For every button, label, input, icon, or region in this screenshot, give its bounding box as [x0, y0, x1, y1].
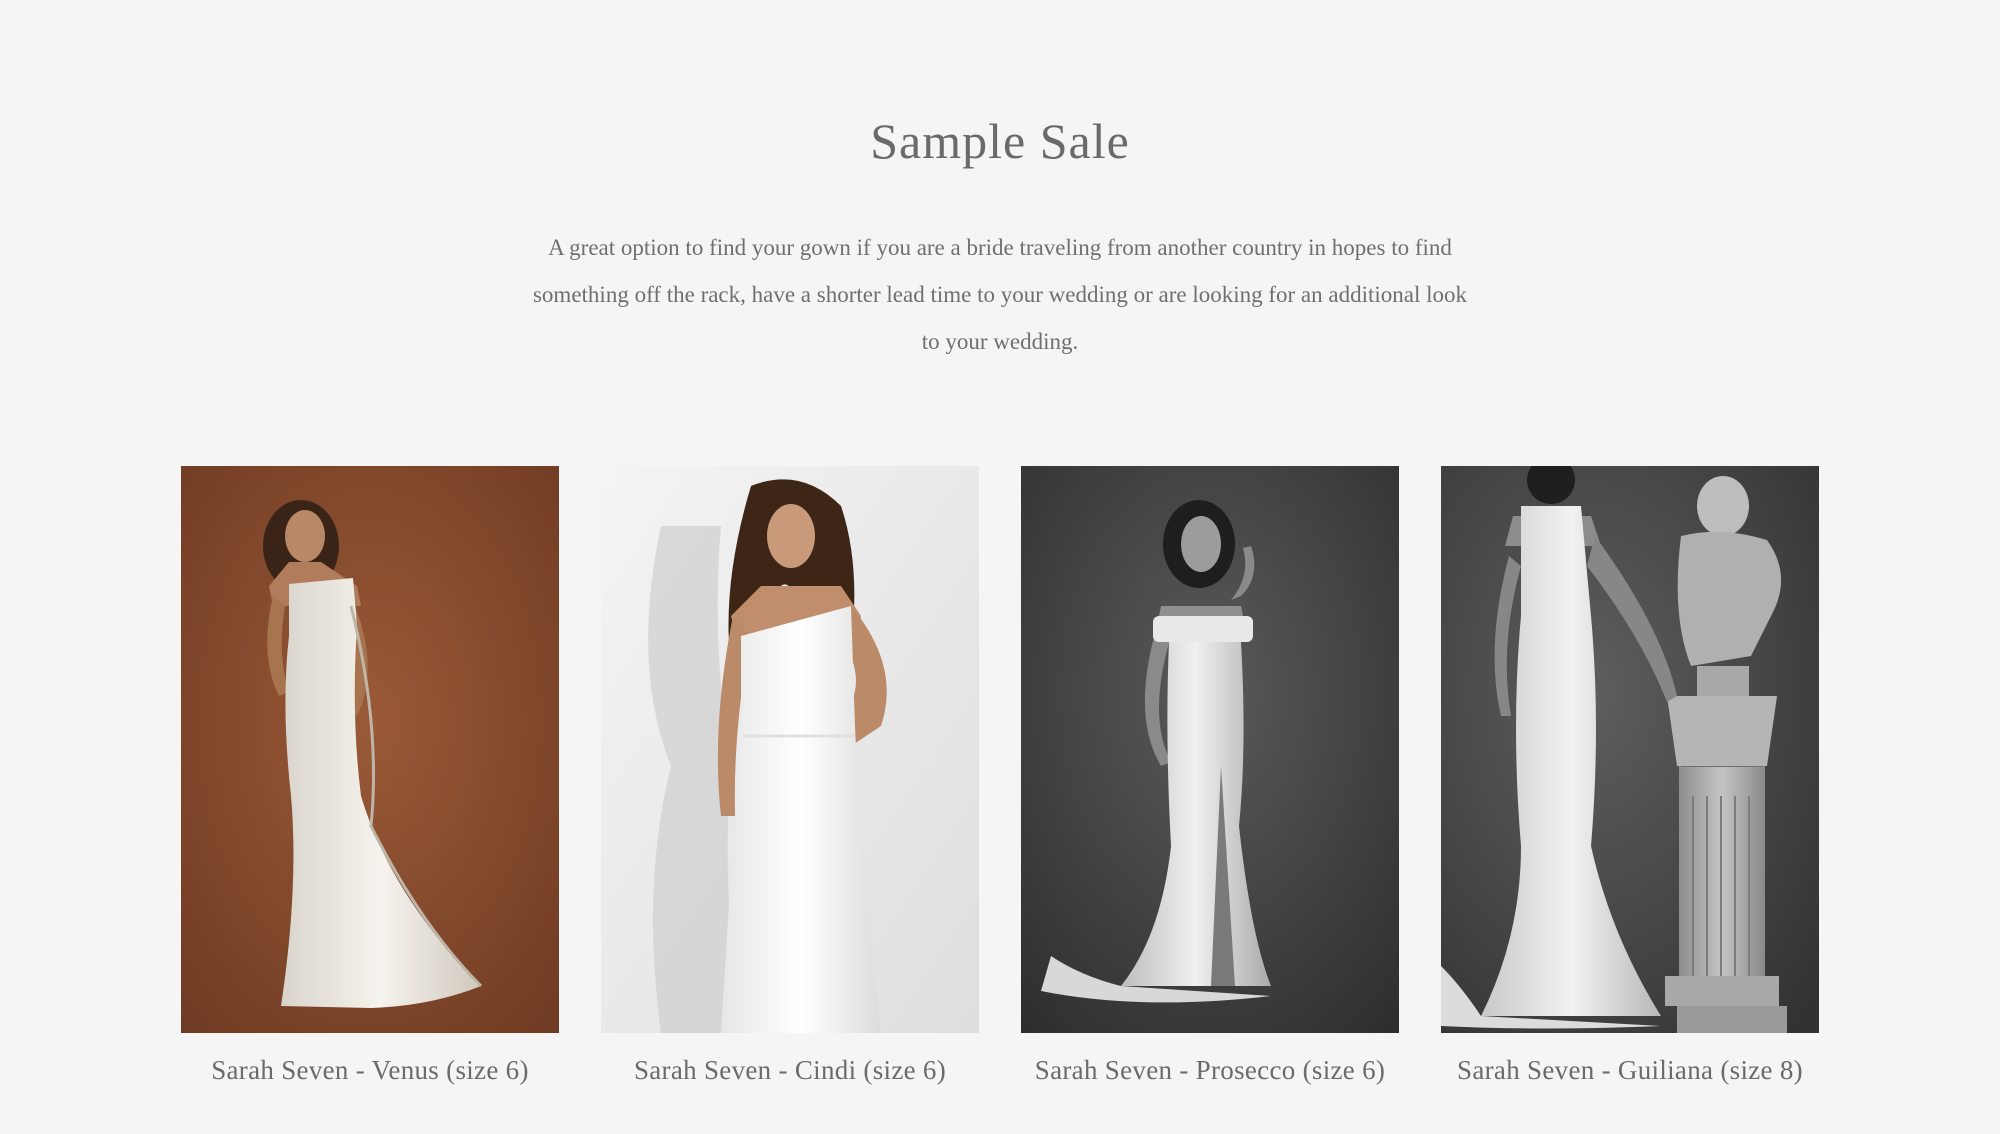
bride-photo-icon [181, 466, 559, 1033]
product-name[interactable]: Sarah Seven - Cindi (size 6) [601, 1055, 979, 1086]
product-name[interactable]: Sarah Seven - Venus (size 6) [181, 1055, 559, 1086]
product-photo[interactable] [1021, 466, 1399, 1033]
intro-line: to your wedding. [921, 329, 1079, 354]
bride-photo-icon [1021, 466, 1399, 1033]
product-name[interactable]: Sarah Seven - Guiliana (size 8) [1441, 1055, 1819, 1086]
product-card[interactable]: Sarah Seven - Venus (size 6) [181, 466, 559, 1086]
bride-photo-icon [1441, 466, 1819, 1033]
section-intro: A great option to find your gown if you … [510, 224, 1490, 365]
page-title: Sample Sale [870, 113, 1130, 169]
product-name[interactable]: Sarah Seven - Prosecco (size 6) [1021, 1055, 1399, 1086]
intro-line: something off the rack, have a shorter l… [532, 282, 1467, 307]
product-photo[interactable] [601, 466, 979, 1033]
bride-photo-icon [601, 466, 979, 1033]
product-card[interactable]: Sarah Seven - Prosecco (size 6) [1021, 466, 1399, 1086]
intro-line: A great option to find your gown if you … [548, 235, 1452, 260]
product-photo[interactable] [1441, 466, 1819, 1033]
product-grid: Sarah Seven - Venus (size 6) Sarah Seven… [181, 466, 1819, 1096]
product-card[interactable]: Sarah Seven - Cindi (size 6) [601, 466, 979, 1086]
product-card[interactable]: Sarah Seven - Guiliana (size 8) [1441, 466, 1819, 1086]
product-photo[interactable] [181, 466, 559, 1033]
